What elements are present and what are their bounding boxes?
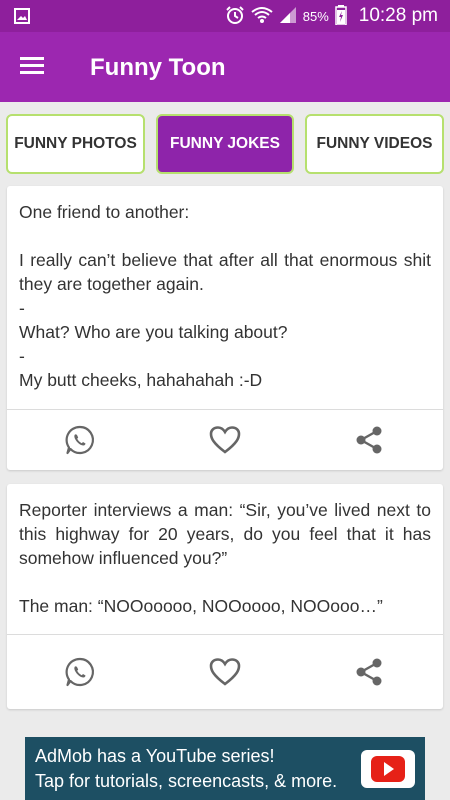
heart-icon[interactable] [205, 420, 245, 460]
youtube-play-icon [361, 750, 415, 788]
tab-funny-videos[interactable]: FUNNY VIDEOS [305, 114, 444, 174]
ad-description: Tap for tutorials, screencasts, & more. [35, 771, 338, 791]
joke-text: Reporter interviews a man: “Sir, you’ve … [19, 500, 431, 616]
app-bar: Funny Toon [0, 32, 450, 102]
ad-headline: AdMob has a YouTube series! [35, 746, 275, 766]
tab-funny-photos[interactable]: FUNNY PHOTOS [6, 114, 145, 174]
battery-percentage: 85% [302, 8, 329, 24]
signal-icon [279, 6, 297, 27]
share-icon[interactable] [349, 652, 389, 692]
alarm-icon [225, 5, 245, 28]
admob-banner-ad[interactable]: AdMob has a YouTube series! Tap for tuto… [25, 737, 425, 800]
battery-charging-icon [335, 4, 347, 28]
tab-funny-jokes[interactable]: FUNNY JOKES [156, 114, 294, 174]
joke-actions [7, 410, 443, 470]
joke-actions [7, 635, 443, 709]
clock: 10:28 pm [358, 5, 438, 26]
joke-card: One friend to another: I really can’t be… [7, 186, 443, 470]
hamburger-menu-icon[interactable] [20, 55, 50, 79]
app-title: Funny Toon [90, 54, 226, 81]
category-tabs: FUNNY PHOTOS FUNNY JOKES FUNNY VIDEOS [0, 102, 450, 182]
whatsapp-icon[interactable] [60, 652, 100, 692]
wifi-icon [251, 6, 273, 27]
joke-card: Reporter interviews a man: “Sir, you’ve … [7, 484, 443, 709]
joke-text: One friend to another: I really can’t be… [19, 202, 431, 390]
share-icon[interactable] [349, 420, 389, 460]
status-bar: 85% 10:28 pm [0, 0, 450, 32]
heart-icon[interactable] [205, 652, 245, 692]
whatsapp-icon[interactable] [60, 420, 100, 460]
image-icon [14, 8, 30, 29]
